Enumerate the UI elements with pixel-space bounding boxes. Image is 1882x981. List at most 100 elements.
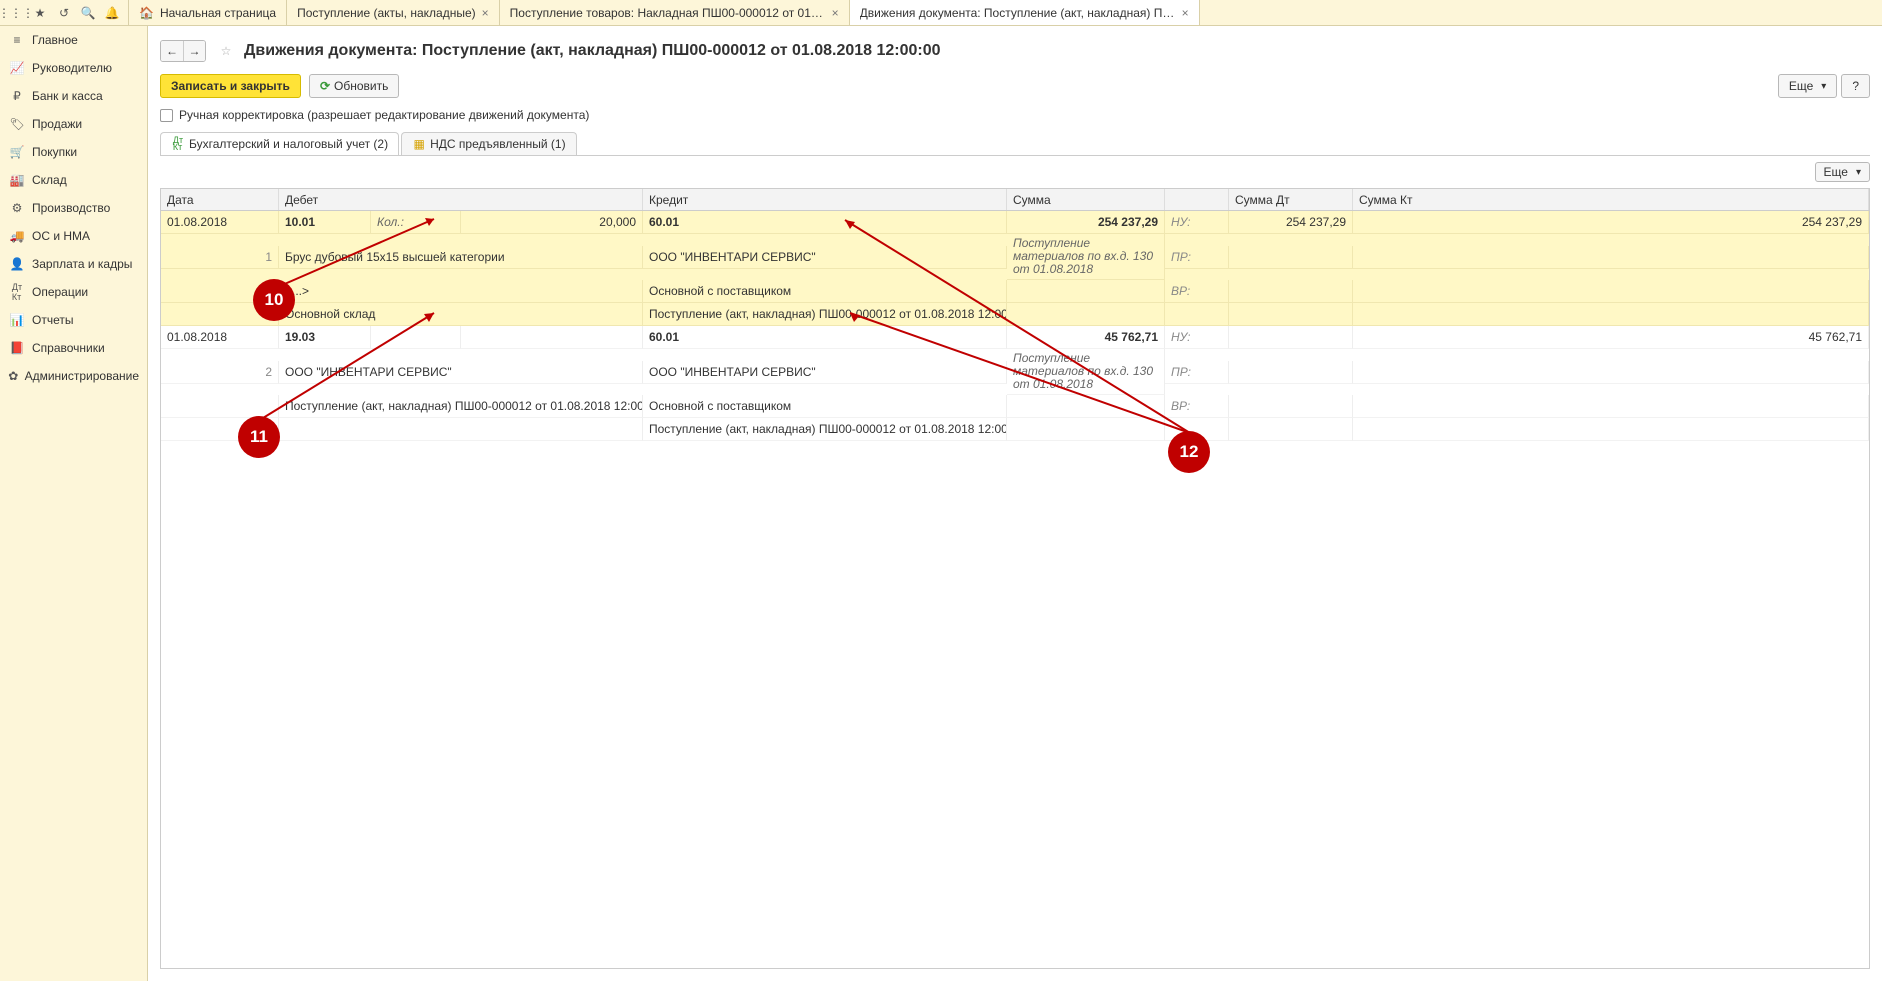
tab-1[interactable]: Поступление (акты, накладные) × [287,0,500,25]
cell-tag: ПР: [1165,246,1229,269]
search-icon[interactable]: 🔍 [76,1,100,25]
cell [1229,303,1353,326]
home-icon: 🏠 [139,6,154,20]
cell-qty: 20,000 [461,211,643,234]
cell-credit-desc: ООО "ИНВЕНТАРИ СЕРВИС" [643,361,1007,384]
close-icon[interactable]: × [1182,6,1189,20]
sidebar-item-label: Операции [32,285,88,299]
tag-icon: 🏷 [8,117,26,131]
help-label: ? [1852,79,1859,93]
cell-rownum: 2 [161,361,279,384]
help-button[interactable]: ? [1841,74,1870,98]
col-sumkt[interactable]: Сумма Кт [1353,189,1869,210]
table-row[interactable]: 01.08.201810.01Кол.:20,00060.01254 237,2… [161,211,1869,326]
cell-tag: ПР: [1165,361,1229,384]
sidebar-item-sales[interactable]: 🏷Продажи [0,110,147,138]
cell [161,395,279,418]
sidebar-item-main[interactable]: ≡Главное [0,26,147,54]
cell [1229,280,1353,303]
refresh-icon: ⟳ [320,79,330,93]
cell-qty-label: Кол.: [371,211,461,234]
refresh-button[interactable]: ⟳Обновить [309,74,399,98]
cell-tag: ВР: [1165,280,1229,303]
apps-icon[interactable]: ⋮⋮⋮ [4,1,28,25]
sidebar-item-production[interactable]: ⚙Производство [0,194,147,222]
history-icon[interactable]: ↺ [52,1,76,25]
tab-2[interactable]: Поступление товаров: Накладная ПШ00-0000… [500,0,850,25]
top-quick-icons: ⋮⋮⋮ ★ ↺ 🔍 🔔 [0,0,129,25]
cell-tag: НУ: [1165,211,1229,234]
tabs: 🏠 Начальная страница Поступление (акты, … [129,0,1882,25]
cell [1229,395,1353,418]
cell [1165,303,1229,326]
cell [1229,246,1353,269]
cell [1007,395,1165,418]
cell-sum: 45 762,71 [1007,326,1165,349]
cell-credit-extra2: Поступление (акт, накладная) ПШ00-000012… [643,303,1007,326]
sidebar-item-label: Производство [32,201,110,215]
cell-sum: 254 237,29 [1007,211,1165,234]
grid[interactable]: Дата Дебет Кредит Сумма Сумма Дт Сумма К… [160,188,1870,969]
cell-credit-extra: Основной с поставщиком [643,395,1007,418]
more-button[interactable]: Еще [1778,74,1837,98]
write-close-label: Записать и закрыть [171,79,290,93]
cell [1353,395,1869,418]
cell-qty-label [371,326,461,349]
col-debit[interactable]: Дебет [279,189,643,210]
manual-correction-label: Ручная корректировка (разрешает редактир… [179,108,589,122]
tab-1-label: Поступление (акты, накладные) [297,6,476,20]
sidebar-item-warehouse[interactable]: 🏭Склад [0,166,147,194]
cell [1353,303,1869,326]
cell-debit-extra2: Основной склад [279,303,643,326]
sidebar-item-admin[interactable]: ✿Администрирование [0,362,147,390]
tab-3[interactable]: Движения документа: Поступление (акт, на… [850,0,1200,25]
sidebar-item-bank[interactable]: ₽Банк и касса [0,82,147,110]
write-close-button[interactable]: Записать и закрыть [160,74,301,98]
subtabs: ДтКт Бухгалтерский и налоговый учет (2) … [148,126,1882,155]
col-sumdt[interactable]: Сумма Дт [1229,189,1353,210]
person-icon: 👤 [8,257,26,271]
sidebar-item-reports[interactable]: 📊Отчеты [0,306,147,334]
col-credit[interactable]: Кредит [643,189,1007,210]
star-icon[interactable]: ★ [28,1,52,25]
tab-home-label: Начальная страница [160,6,276,20]
settings-icon: ✿ [8,369,19,383]
subtab-accounting[interactable]: ДтКт Бухгалтерский и налоговый учет (2) [160,132,399,155]
grid-more-button[interactable]: Еще [1815,162,1870,182]
cell [1353,246,1869,269]
cell [1007,303,1165,326]
sidebar-item-salary[interactable]: 👤 Зарплата и кадры [0,250,147,278]
close-icon[interactable]: × [482,6,489,20]
sidebar-item-operations[interactable]: ДтКтОперации [0,278,147,306]
dtkt-icon: ДтКт [171,137,185,151]
tab-2-label: Поступление товаров: Накладная ПШ00-0000… [510,6,826,20]
col-sum[interactable]: Сумма [1007,189,1165,210]
sidebar-item-manager[interactable]: 📈Руководителю [0,54,147,82]
close-icon[interactable]: × [832,6,839,20]
sidebar-item-label: Руководителю [32,61,112,75]
sidebar-item-assets[interactable]: 🚚ОС и НМА [0,222,147,250]
doc-icon: ▦ [412,137,426,151]
subtab-vat[interactable]: ▦ НДС предъявленный (1) [401,132,576,155]
sidebar-item-label: Зарплата и кадры [32,257,132,271]
book-icon: 📕 [8,341,26,355]
grid-more-label: Еще [1824,165,1848,179]
favorite-button[interactable]: ☆ [216,41,236,61]
cell-date: 01.08.2018 [161,326,279,349]
table-row[interactable]: 01.08.201819.0360.0145 762,71НУ:45 762,7… [161,326,1869,441]
manual-correction-checkbox[interactable] [160,109,173,122]
col-date[interactable]: Дата [161,189,279,210]
subtab-accounting-label: Бухгалтерский и налоговый учет (2) [189,137,388,151]
cell-sum-desc: Поступление материалов по вх.д. 130 от 0… [1007,234,1165,280]
cell-credit-desc: ООО "ИНВЕНТАРИ СЕРВИС" [643,246,1007,269]
tab-home[interactable]: 🏠 Начальная страница [129,0,287,25]
forward-button[interactable]: → [183,41,205,61]
sidebar-item-refs[interactable]: 📕Справочники [0,334,147,362]
cell [1353,418,1869,441]
bell-icon[interactable]: 🔔 [100,1,124,25]
subtab-vat-label: НДС предъявленный (1) [430,137,565,151]
sidebar-item-purchases[interactable]: 🛒Покупки [0,138,147,166]
cell-sumkt: 254 237,29 [1353,211,1869,234]
cell-debit-acc: 19.03 [279,326,371,349]
back-button[interactable]: ← [161,41,183,61]
